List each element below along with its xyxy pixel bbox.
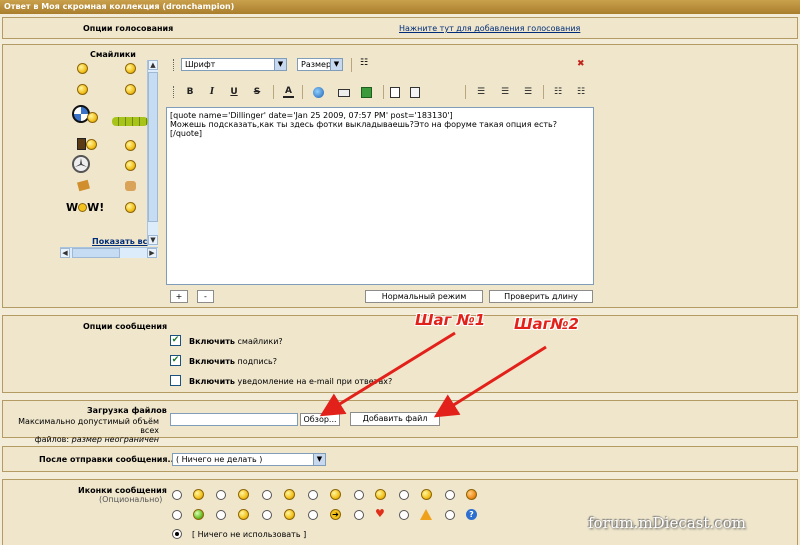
- annotation-arrows: [319, 331, 547, 418]
- forum-watermark: forum.mDiecast.com: [588, 514, 746, 532]
- step1-arrow: [319, 331, 456, 417]
- step2-arrow: [433, 345, 547, 418]
